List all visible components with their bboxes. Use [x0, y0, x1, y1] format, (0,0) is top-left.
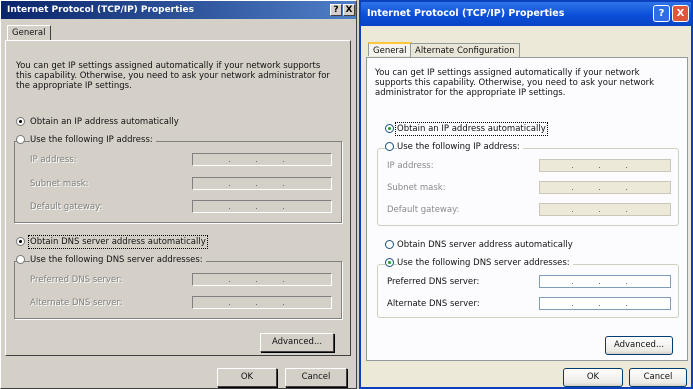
radio-manual-ip-label[interactable]: Use the following IP address: [30, 135, 156, 145]
close-button[interactable]: X [343, 4, 355, 16]
help-button[interactable]: ? [653, 5, 670, 22]
close-button[interactable]: X [672, 5, 689, 22]
ip-address-label: IP address: [30, 155, 77, 165]
radio-auto-dns[interactable] [16, 237, 25, 246]
radio-manual-ip-label[interactable]: Use the following IP address: [397, 142, 523, 152]
alternate-dns-field[interactable]: . . . [192, 296, 332, 309]
tcpip-properties-dialog-xp: Internet Protocol (TCP/IP) Properties ? … [359, 0, 693, 389]
tab-general[interactable]: General [368, 42, 412, 56]
subnet-mask-field[interactable]: . . . [539, 181, 671, 194]
window-title: Internet Protocol (TCP/IP) Properties [367, 8, 565, 19]
preferred-dns-label: Preferred DNS server: [30, 275, 123, 285]
radio-auto-ip-label[interactable]: Obtain an IP address automatically [395, 122, 548, 136]
alternate-dns-label: Alternate DNS server: [387, 299, 480, 309]
ip-address-field[interactable]: . . . [539, 159, 671, 172]
general-panel: You can get IP settings assigned automat… [5, 40, 351, 356]
radio-auto-ip[interactable] [385, 124, 394, 133]
radio-manual-dns[interactable] [385, 258, 394, 267]
tab-alternate-configuration[interactable]: Alternate Configuration [410, 43, 520, 57]
description-text: You can get IP settings assigned automat… [375, 68, 655, 98]
default-gateway-label: Default gateway: [387, 205, 460, 215]
radio-manual-ip[interactable] [16, 135, 25, 144]
radio-manual-dns-label[interactable]: Use the following DNS server addresses: [30, 255, 206, 265]
alternate-dns-field[interactable]: . . . [539, 297, 671, 310]
subnet-mask-label: Subnet mask: [30, 179, 89, 189]
default-gateway-field[interactable]: . . . [192, 200, 332, 213]
subnet-mask-label: Subnet mask: [387, 183, 446, 193]
ip-address-label: IP address: [387, 161, 434, 171]
dns-server-group [14, 261, 342, 319]
radio-auto-dns-label[interactable]: Obtain DNS server address automatically [397, 240, 573, 250]
cancel-button[interactable]: Cancel [285, 368, 347, 387]
radio-auto-ip-label[interactable]: Obtain an IP address automatically [30, 117, 179, 127]
radio-auto-dns[interactable] [385, 240, 394, 249]
title-bar: Internet Protocol (TCP/IP) Properties [1, 1, 356, 19]
advanced-button[interactable]: Advanced... [260, 333, 334, 352]
description-text: You can get IP settings assigned automat… [16, 61, 330, 91]
ip-address-field[interactable]: . . . [192, 153, 332, 166]
tcpip-properties-dialog-classic: Internet Protocol (TCP/IP) Properties ? … [0, 0, 357, 389]
preferred-dns-field[interactable]: . . . [539, 275, 671, 288]
radio-manual-ip[interactable] [385, 142, 394, 151]
tab-general[interactable]: General [7, 25, 51, 40]
cancel-button[interactable]: Cancel [629, 368, 687, 387]
radio-auto-dns-label[interactable]: Obtain DNS server address automatically [28, 235, 208, 249]
subnet-mask-field[interactable]: . . . [192, 177, 332, 190]
alternate-dns-label: Alternate DNS server: [30, 298, 123, 308]
title-bar: Internet Protocol (TCP/IP) Properties [361, 2, 691, 26]
advanced-button[interactable]: Advanced... [605, 336, 673, 355]
radio-manual-dns[interactable] [16, 255, 25, 264]
help-button[interactable]: ? [330, 4, 342, 16]
default-gateway-field[interactable]: . . . [539, 203, 671, 216]
preferred-dns-label: Preferred DNS server: [387, 277, 480, 287]
ok-button[interactable]: OK [563, 368, 623, 387]
radio-manual-dns-label[interactable]: Use the following DNS server addresses: [397, 258, 573, 268]
default-gateway-label: Default gateway: [30, 202, 103, 212]
window-title: Internet Protocol (TCP/IP) Properties [7, 5, 194, 15]
general-panel: You can get IP settings assigned automat… [366, 57, 688, 361]
ok-button[interactable]: OK [217, 368, 277, 387]
radio-auto-ip[interactable] [16, 117, 25, 126]
preferred-dns-field[interactable]: . . . [192, 273, 332, 286]
